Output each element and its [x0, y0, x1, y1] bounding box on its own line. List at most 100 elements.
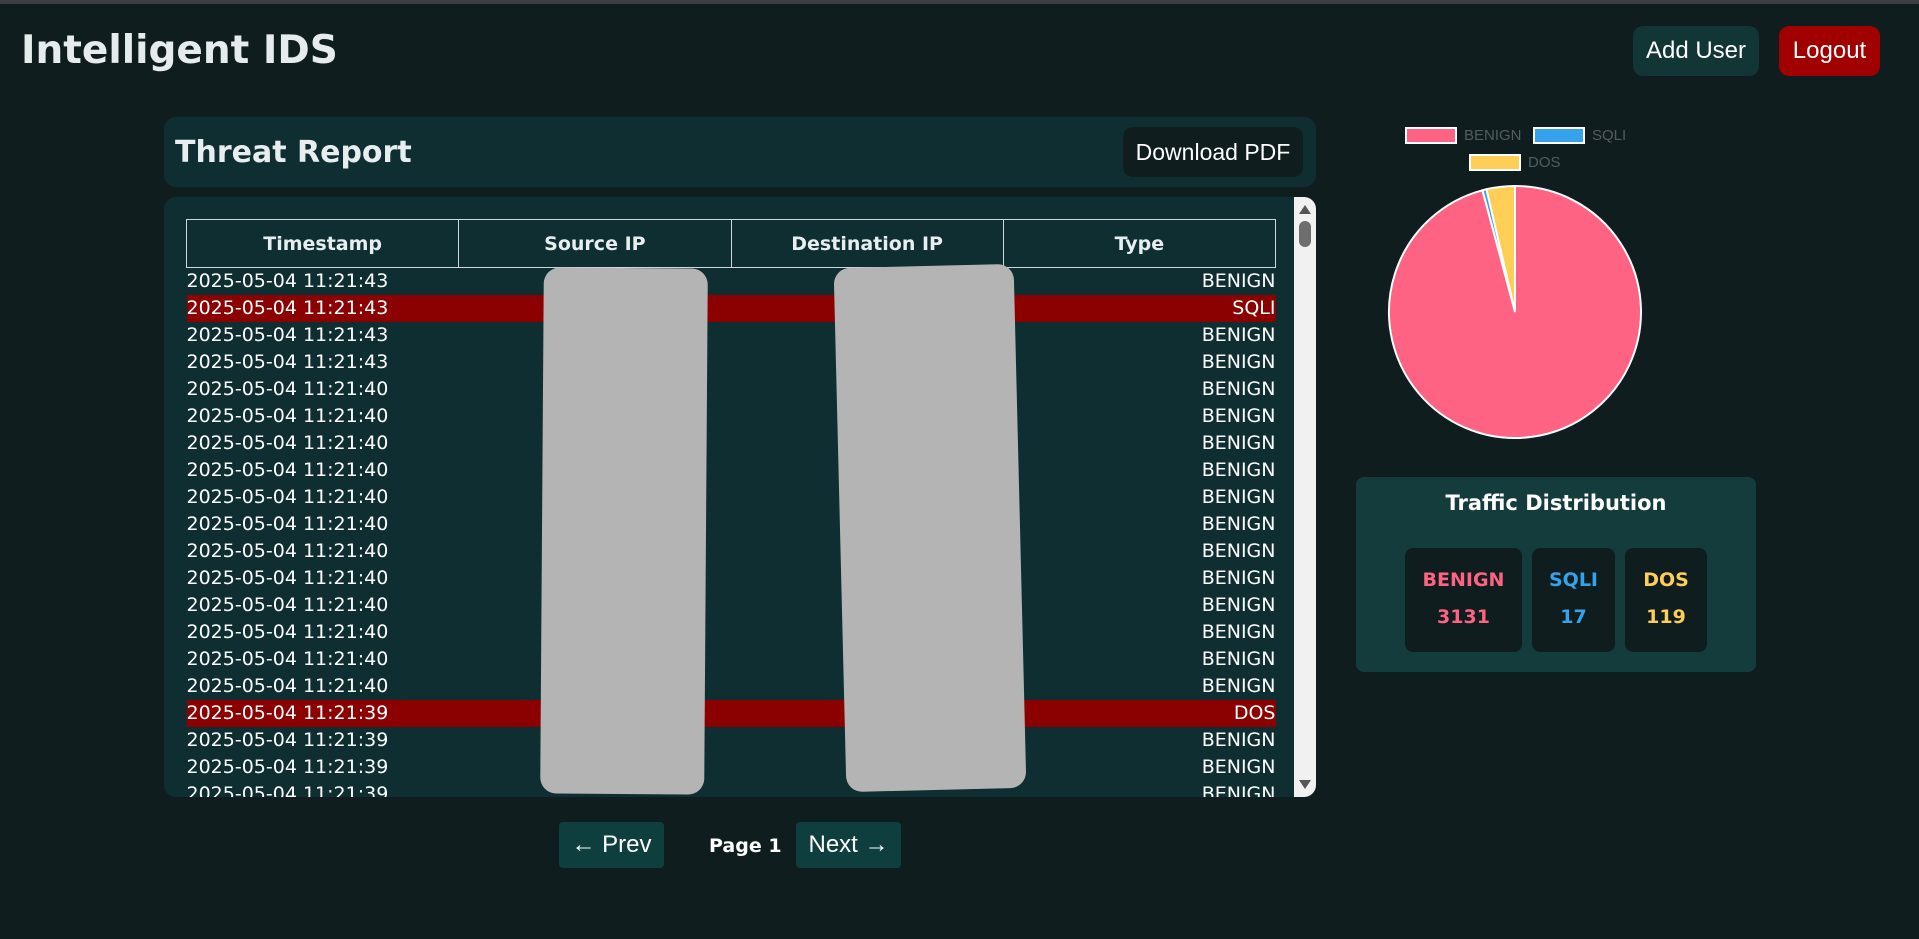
- table-body: 2025-05-04 11:21:43 BENIGN 2025-05-04 11:2…: [186, 268, 1276, 797]
- cell-timestamp: 2025-05-04 11:21:40: [186, 621, 389, 643]
- table-row[interactable]: 2025-05-04 11:21:39 BENIGN: [187, 727, 1276, 754]
- scrollbar-thumb[interactable]: [1299, 221, 1311, 247]
- cell-timestamp: 2025-05-04 11:21:40: [186, 513, 389, 535]
- table-row[interactable]: 2025-05-04 11:21:40 BENIGN: [187, 457, 1276, 484]
- cell-timestamp: 2025-05-04 11:21:40: [186, 594, 389, 616]
- cell-type: BENIGN: [1201, 405, 1276, 427]
- table-row[interactable]: 2025-05-04 11:21:40 BENIGN: [187, 646, 1276, 673]
- legend-item-dos[interactable]: DOS: [1469, 154, 1561, 171]
- cell-type: BENIGN: [1201, 648, 1276, 670]
- threat-table-panel[interactable]: Timestamp Source IP Destination IP Type …: [164, 197, 1316, 797]
- table-row[interactable]: 2025-05-04 11:21:39 DOS: [186, 699, 1276, 727]
- scroll-up-arrow-icon[interactable]: [1299, 205, 1311, 214]
- legend-label-sqli: SQLI: [1592, 127, 1627, 144]
- legend-item-benign[interactable]: BENIGN: [1405, 127, 1522, 144]
- table-row[interactable]: 2025-05-04 11:21:39 BENIGN: [187, 754, 1276, 781]
- cell-timestamp: 2025-05-04 11:21:40: [186, 675, 389, 697]
- table-row[interactable]: 2025-05-04 11:21:43 BENIGN: [187, 322, 1276, 349]
- stat-card-sqli: SQLI 17: [1532, 548, 1615, 652]
- stat-label-sqli: SQLI: [1548, 569, 1598, 591]
- cell-timestamp: 2025-05-04 11:21:43: [186, 294, 459, 322]
- cell-timestamp: 2025-05-04 11:21:40: [186, 540, 389, 562]
- table-row[interactable]: 2025-05-04 11:21:40 BENIGN: [187, 430, 1276, 457]
- table-row[interactable]: 2025-05-04 11:21:39 BENIGN: [186, 781, 1276, 797]
- table-row[interactable]: 2025-05-04 11:21:43 SQLI: [186, 294, 1276, 322]
- cell-timestamp: 2025-05-04 11:21:40: [186, 486, 389, 508]
- download-pdf-button[interactable]: Download PDF: [1123, 127, 1303, 177]
- logout-button[interactable]: Logout: [1779, 26, 1880, 76]
- column-header-destination-ip[interactable]: Destination IP: [730, 219, 1004, 268]
- cell-timestamp: 2025-05-04 11:21:43: [186, 270, 389, 293]
- table-row[interactable]: 2025-05-04 11:21:40 BENIGN: [187, 403, 1276, 430]
- legend-swatch-sqli: [1533, 127, 1585, 144]
- window-top-border: [0, 0, 1919, 4]
- cell-type: BENIGN: [1201, 270, 1276, 293]
- cell-timestamp: 2025-05-04 11:21:40: [186, 405, 389, 427]
- cell-timestamp: 2025-05-04 11:21:43: [186, 324, 389, 346]
- cell-timestamp: 2025-05-04 11:21:39: [186, 783, 389, 797]
- cell-type: SQLI: [1003, 294, 1276, 322]
- table-header-row: Timestamp Source IP Destination IP Type: [186, 219, 1276, 268]
- cell-timestamp: 2025-05-04 11:21:39: [186, 729, 389, 751]
- add-user-button[interactable]: Add User: [1633, 26, 1759, 76]
- column-header-timestamp[interactable]: Timestamp: [186, 219, 460, 268]
- legend-label-dos: DOS: [1528, 154, 1561, 171]
- legend-label-benign: BENIGN: [1464, 127, 1522, 144]
- cell-timestamp: 2025-05-04 11:21:43: [186, 351, 389, 373]
- stat-card-benign: BENIGN 3131: [1405, 548, 1522, 652]
- cell-type: BENIGN: [1201, 729, 1276, 751]
- cell-timestamp: 2025-05-04 11:21:40: [186, 432, 389, 454]
- page-indicator: Page 1: [709, 835, 782, 857]
- table-row[interactable]: 2025-05-04 11:21:40 BENIGN: [187, 484, 1276, 511]
- cell-type: BENIGN: [1201, 324, 1276, 346]
- stat-label-dos: DOS: [1643, 569, 1689, 591]
- cell-type: BENIGN: [1201, 513, 1276, 535]
- table-row[interactable]: 2025-05-04 11:21:40 BENIGN: [187, 619, 1276, 646]
- app-title: Intelligent IDS: [21, 28, 338, 73]
- table-row[interactable]: 2025-05-04 11:21:40 BENIGN: [187, 538, 1276, 565]
- cell-type: BENIGN: [1201, 351, 1276, 373]
- cell-type: BENIGN: [1201, 459, 1276, 481]
- report-title: Threat Report: [175, 135, 412, 170]
- traffic-pie-chart[interactable]: [1386, 183, 1644, 441]
- cell-timestamp: 2025-05-04 11:21:39: [186, 699, 459, 727]
- cell-type: BENIGN: [1201, 567, 1276, 589]
- stat-value-dos: 119: [1646, 606, 1686, 628]
- cell-type: BENIGN: [1201, 540, 1276, 562]
- table-scrollbar[interactable]: [1294, 197, 1316, 797]
- cell-timestamp: 2025-05-04 11:21:39: [186, 756, 389, 778]
- cell-type: BENIGN: [1201, 783, 1276, 797]
- pie-slice-benign[interactable]: [1388, 184, 1642, 439]
- prev-page-button[interactable]: ← Prev: [559, 822, 664, 868]
- cell-timestamp: 2025-05-04 11:21:40: [186, 378, 389, 400]
- table-row[interactable]: 2025-05-04 11:21:43 BENIGN: [187, 349, 1276, 376]
- threat-report-header: Threat Report Download PDF: [164, 117, 1316, 187]
- cell-timestamp: 2025-05-04 11:21:40: [186, 648, 389, 670]
- cell-timestamp: 2025-05-04 11:21:40: [186, 459, 389, 481]
- next-page-button[interactable]: Next →: [796, 822, 901, 868]
- table-row[interactable]: 2025-05-04 11:21:40 BENIGN: [187, 592, 1276, 619]
- stat-label-benign: BENIGN: [1422, 569, 1505, 591]
- cell-type: BENIGN: [1201, 594, 1276, 616]
- column-header-type[interactable]: Type: [1002, 219, 1276, 268]
- distribution-title: Traffic Distribution: [1445, 491, 1667, 515]
- scroll-down-arrow-icon[interactable]: [1299, 780, 1311, 789]
- cell-type: BENIGN: [1201, 432, 1276, 454]
- cell-type: BENIGN: [1201, 486, 1276, 508]
- stat-card-dos: DOS 119: [1625, 548, 1707, 652]
- table-row[interactable]: 2025-05-04 11:21:40 BENIGN: [187, 376, 1276, 403]
- cell-timestamp: 2025-05-04 11:21:40: [186, 567, 389, 589]
- table-row[interactable]: 2025-05-04 11:21:40 BENIGN: [187, 565, 1276, 592]
- threat-table-scroll-area[interactable]: Timestamp Source IP Destination IP Type …: [186, 219, 1276, 797]
- cell-type: BENIGN: [1201, 378, 1276, 400]
- stat-value-sqli: 17: [1560, 606, 1587, 628]
- cell-type: DOS: [1003, 699, 1276, 727]
- legend-swatch-benign: [1405, 127, 1457, 144]
- legend-item-sqli[interactable]: SQLI: [1533, 127, 1626, 144]
- table-row[interactable]: 2025-05-04 11:21:40 BENIGN: [187, 511, 1276, 538]
- table-row[interactable]: 2025-05-04 11:21:43 BENIGN: [187, 268, 1276, 295]
- column-header-source-ip[interactable]: Source IP: [458, 219, 732, 268]
- legend-swatch-dos: [1469, 154, 1521, 171]
- table-row[interactable]: 2025-05-04 11:21:40 BENIGN: [187, 673, 1276, 700]
- threat-table: Timestamp Source IP Destination IP Type …: [186, 219, 1276, 797]
